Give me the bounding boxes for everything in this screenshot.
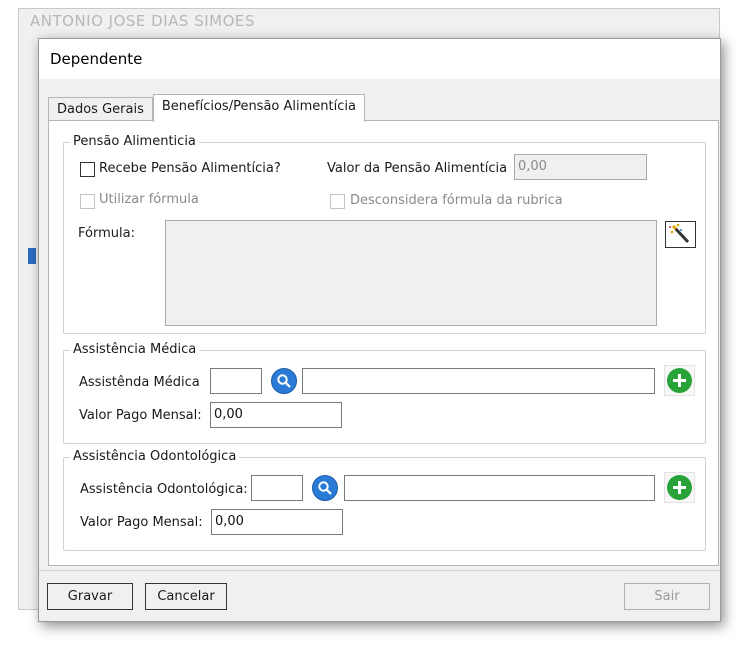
search-icon <box>277 374 291 388</box>
add-icon <box>667 475 692 500</box>
valor-pensao-label: Valor da Pensão Alimentícia <box>327 161 508 176</box>
assistencia-medica-add-button[interactable] <box>664 365 695 396</box>
tab-dados-gerais[interactable]: Dados Gerais <box>48 97 153 122</box>
utilizar-formula-checkbox[interactable] <box>80 194 95 209</box>
assistencia-odonto-legend: Assistência Odontológica <box>70 449 240 464</box>
gravar-button[interactable]: Gravar <box>47 583 133 610</box>
assistencia-medica-label: Assistênda Médica <box>79 375 200 390</box>
utilizar-formula-label: Utilizar fórmula <box>99 192 199 207</box>
search-icon <box>318 481 332 495</box>
assistencia-medica-description-field[interactable] <box>302 368 655 394</box>
dialog-titlebar: Dependente <box>39 39 720 79</box>
medica-valor-field[interactable]: 0,00 <box>210 402 342 428</box>
recebe-pensao-label: Recebe Pensão Alimentícia? <box>99 161 281 176</box>
assistencia-medica-legend: Assistência Médica <box>70 342 200 357</box>
formula-wizard-button[interactable] <box>665 221 696 248</box>
add-icon <box>667 368 692 393</box>
recebe-pensao-checkbox[interactable] <box>80 162 95 177</box>
assistencia-odonto-description-field[interactable] <box>344 475 655 501</box>
valor-pensao-field[interactable]: 0,00 <box>514 154 647 180</box>
assistencia-odonto-search-button[interactable] <box>312 475 338 501</box>
footer-separator <box>39 570 720 571</box>
assistencia-medica-code-field[interactable] <box>210 368 262 394</box>
desconsidera-formula-checkbox[interactable] <box>330 194 345 209</box>
pensao-legend: Pensão Alimenticia <box>70 134 199 149</box>
background-window-title: ANTONIO JOSE DIAS SIMOES <box>30 12 255 30</box>
odonto-valor-label: Valor Pago Mensal: <box>80 515 203 530</box>
sair-button[interactable]: Sair <box>624 583 710 610</box>
assistencia-medica-search-button[interactable] <box>271 368 297 394</box>
assistencia-odonto-add-button[interactable] <box>664 472 695 503</box>
tab-strip: Dados Gerais Benefícios/Pensão Alimentíc… <box>48 94 365 122</box>
dialog-title: Dependente <box>50 50 143 68</box>
dependente-dialog: Dependente Dados Gerais Benefícios/Pensã… <box>38 38 721 622</box>
formula-textarea[interactable] <box>165 220 657 326</box>
odonto-valor-field[interactable]: 0,00 <box>211 509 343 535</box>
assistencia-odonto-code-field[interactable] <box>251 475 303 501</box>
desconsidera-formula-label: Desconsidera fórmula da rubrica <box>350 193 563 208</box>
cancelar-button[interactable]: Cancelar <box>145 583 227 610</box>
formula-label: Fórmula: <box>78 226 135 241</box>
pensao-groupbox: Pensão Alimenticia Recebe Pensão Aliment… <box>63 134 706 334</box>
magic-wand-icon <box>669 223 690 244</box>
assistencia-medica-groupbox: Assistência Médica Assistênda Médica Val… <box>63 342 706 444</box>
assistencia-odonto-groupbox: Assistência Odontológica Assistência Odo… <box>63 449 706 551</box>
tab-beneficios[interactable]: Benefícios/Pensão Alimentícia <box>152 94 365 122</box>
tab-panel-beneficios: Pensão Alimenticia Recebe Pensão Aliment… <box>48 120 719 566</box>
assistencia-odonto-label: Assistência Odontológica: <box>80 482 248 497</box>
background-highlight <box>28 248 36 264</box>
medica-valor-label: Valor Pago Mensal: <box>79 408 202 423</box>
